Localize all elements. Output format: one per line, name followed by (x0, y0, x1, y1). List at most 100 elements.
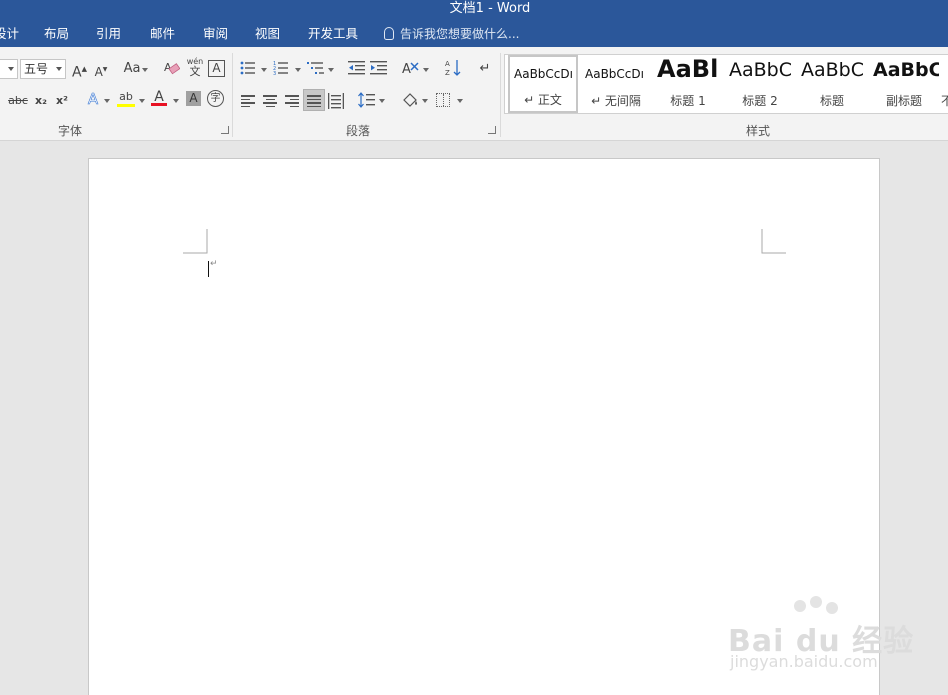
highlight-button[interactable]: ab (117, 88, 135, 107)
chevron-down-icon (8, 67, 14, 71)
tab-references[interactable]: 引用 (96, 25, 121, 43)
character-border-button[interactable]: A (208, 60, 225, 77)
tab-developer[interactable]: 开发工具 (308, 25, 358, 43)
font-dialog-launcher-icon[interactable] (221, 126, 229, 134)
style-more[interactable]: 不 (941, 55, 948, 113)
shading-button[interactable] (401, 92, 419, 108)
enclose-characters-button[interactable]: 字 (207, 90, 224, 107)
eraser-icon: A (164, 61, 181, 75)
font-size-combo[interactable]: 五号 (20, 59, 66, 79)
svg-text:A: A (402, 62, 411, 76)
style-subtitle[interactable]: AaBbC 副标题 (869, 55, 939, 113)
chevron-down-icon[interactable] (423, 68, 429, 72)
style-normal[interactable]: AaBbCcDı ↵ 正文 (508, 55, 578, 113)
multilevel-list-button[interactable] (307, 60, 325, 76)
tab-layout[interactable]: 布局 (44, 25, 69, 43)
shrink-font-button[interactable]: A▼ (94, 61, 108, 81)
group-divider (500, 53, 501, 137)
align-center-button[interactable] (263, 95, 277, 107)
chevron-down-icon[interactable] (328, 68, 334, 72)
paw-icon (810, 596, 822, 608)
styles-gallery: AaBbCcDı ↵ 正文 AaBbCcDı ↵ 无间隔 AaBl 标题 1 A… (504, 54, 948, 114)
document-page[interactable]: ↵ (88, 158, 880, 695)
style-heading-2[interactable]: AaBbC 标题 2 (725, 55, 795, 113)
chevron-down-icon[interactable] (261, 68, 267, 72)
chinese-layout-icon: A (402, 62, 419, 77)
superscript-button[interactable]: x² (54, 92, 70, 110)
chevron-down-icon[interactable] (139, 99, 145, 103)
increase-indent-button[interactable] (370, 60, 388, 76)
tab-view[interactable]: 视图 (255, 25, 280, 43)
numbering-button[interactable]: 1 2 3 (273, 60, 289, 77)
chevron-down-icon[interactable] (379, 99, 385, 103)
clear-formatting-button[interactable]: A (164, 60, 181, 76)
distributed-icon (328, 93, 344, 109)
chevron-down-icon[interactable] (457, 99, 463, 103)
line-spacing-button[interactable] (358, 92, 376, 108)
bulleted-list-icon (240, 61, 255, 75)
distributed-button[interactable] (328, 93, 344, 109)
font-size-value: 五号 (24, 62, 49, 76)
subscript-button[interactable]: x₂ (33, 92, 49, 110)
style-no-spacing[interactable]: AaBbCcDı ↵ 无间隔 (581, 55, 651, 113)
style-heading-1[interactable]: AaBl 标题 1 (653, 55, 723, 113)
character-shading-button[interactable]: A (186, 91, 201, 106)
chevron-down-icon (56, 67, 62, 71)
chevron-down-icon[interactable] (422, 99, 428, 103)
phonetic-guide-button[interactable]: wén 文 (186, 57, 204, 78)
paw-icon (794, 600, 806, 612)
paragraph-group-label: 段落 (346, 124, 371, 138)
strikethrough-button[interactable]: abc (8, 92, 28, 110)
margin-corner-top-right (761, 229, 786, 254)
paragraph-dialog-launcher-icon[interactable] (488, 126, 496, 134)
bullets-button[interactable] (240, 60, 256, 76)
outdent-icon (348, 61, 365, 75)
paragraph-mark: ↵ (210, 259, 218, 269)
tab-review[interactable]: 审阅 (203, 25, 228, 43)
sort-icon: A Z (445, 60, 461, 77)
chevron-down-icon[interactable] (295, 68, 301, 72)
borders-icon (443, 94, 444, 106)
tab-design[interactable]: 设计 (0, 25, 19, 43)
group-divider (232, 53, 233, 137)
tell-me-text: 告诉我您想要做什么... (400, 27, 520, 41)
multilevel-list-icon (307, 62, 324, 74)
ribbon: 五号 A▲ A▼ Aa A wén 文 A abc x₂ x² A ab A A… (0, 47, 948, 141)
align-left-button[interactable] (241, 95, 255, 107)
font-name-combo[interactable] (0, 59, 18, 79)
svg-text:3: 3 (273, 71, 276, 76)
font-group-label: 字体 (58, 124, 83, 138)
margin-corner-top-left (183, 229, 208, 254)
text-cursor (208, 261, 209, 277)
show-hide-marks-button[interactable]: ↵ (478, 60, 492, 78)
tell-me-search[interactable]: 告诉我您想要做什么... (384, 25, 519, 43)
paint-bucket-icon (403, 93, 417, 107)
sort-button[interactable]: A Z (445, 59, 461, 77)
indent-icon (370, 61, 387, 75)
highlighter-icon: ab (119, 90, 133, 103)
title-bar: 文档1 - Word 设计 布局 引用 邮件 审阅 视图 开发工具 告诉我您想要… (0, 0, 948, 47)
chevron-down-icon[interactable] (173, 99, 179, 103)
align-right-button[interactable] (285, 95, 299, 107)
line-spacing-icon (358, 92, 375, 108)
decrease-indent-button[interactable] (348, 60, 366, 76)
numbered-list-icon: 1 2 3 (273, 61, 288, 77)
chevron-down-icon[interactable] (104, 99, 110, 103)
justify-icon (307, 95, 321, 107)
styles-group-label: 样式 (746, 124, 771, 138)
chinese-layout-button[interactable]: A (402, 60, 420, 77)
watermark-url: jingyan.baidu.com (730, 652, 878, 671)
svg-text:Z: Z (445, 69, 450, 77)
font-color-button[interactable]: A (151, 88, 167, 106)
borders-button[interactable] (436, 93, 450, 107)
svg-text:A: A (445, 60, 450, 68)
style-title[interactable]: AaBbC 标题 (797, 55, 867, 113)
chevron-down-icon[interactable] (142, 68, 148, 72)
text-effects-button[interactable]: A (85, 90, 101, 109)
lightbulb-icon (384, 27, 394, 40)
tab-mailings[interactable]: 邮件 (150, 25, 175, 43)
paw-icon (826, 602, 838, 614)
grow-font-button[interactable]: A▲ (72, 60, 87, 82)
change-case-button[interactable]: Aa (122, 60, 142, 78)
justify-button[interactable] (303, 89, 325, 111)
